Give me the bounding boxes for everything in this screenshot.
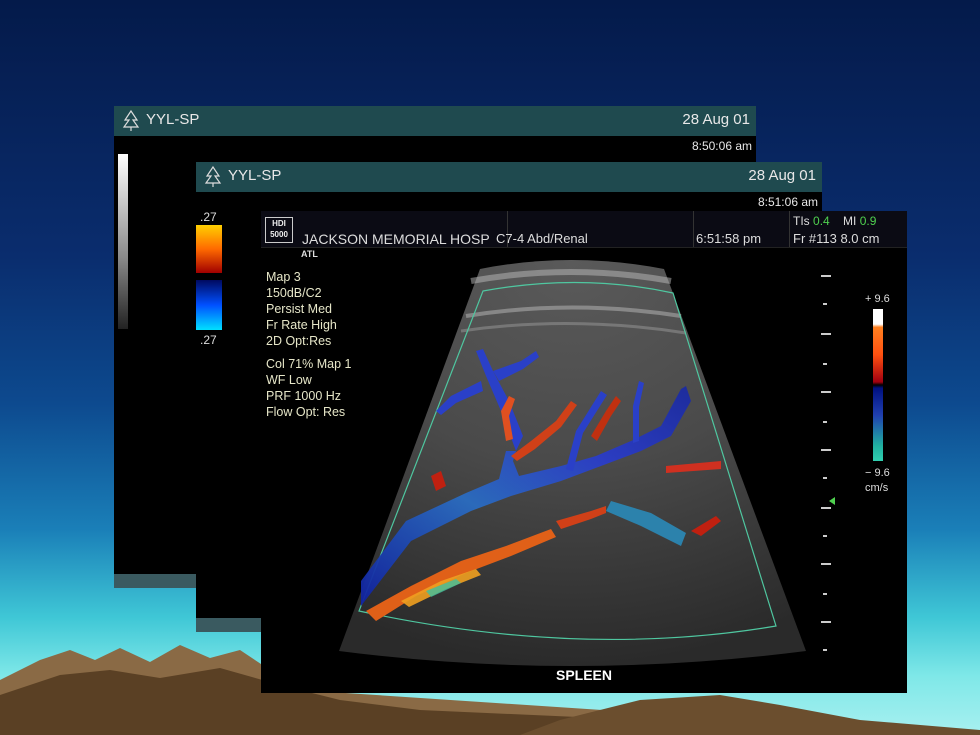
mi-value: 0.9: [859, 214, 877, 228]
frame-titlebar: YYL-SP 28 Aug 01: [196, 162, 822, 192]
velocity-max: + 9.6: [865, 293, 890, 305]
organ-label: SPLEEN: [555, 667, 612, 683]
param-line: Col 71% Map 1: [266, 357, 352, 371]
velocity-color-scale: [873, 309, 883, 461]
hospital-name: JACKSON MEMORIAL HOSP: [302, 231, 490, 247]
grayscale-bar: [118, 154, 128, 329]
param-line: 2D Opt:Res: [266, 334, 332, 348]
velocity-unit: cm/s: [865, 482, 889, 494]
ultrasound-frame-front: HDI 5000 JACKSON MEMORIAL HOSP C7-4 Abd/…: [261, 211, 907, 693]
velocity-scale-bottom: .27: [200, 333, 217, 347]
velocity-min: − 9.6: [865, 467, 890, 479]
patient-id: YYL-SP: [228, 167, 282, 184]
param-line: WF Low: [266, 373, 312, 387]
param-line: Fr Rate High: [266, 318, 337, 332]
patient-id: YYL-SP: [146, 111, 200, 128]
color-scale-negative: [196, 280, 222, 330]
frame-number: Fr #113 8.0 cm: [793, 231, 880, 246]
velocity-scale-top: .27: [200, 210, 217, 224]
param-line: Flow Opt: Res: [266, 405, 346, 419]
atl-brand: ATL: [301, 249, 318, 259]
tis-label: TIs: [793, 214, 810, 228]
imaging-params-2d: Map 3 150dB/C2 Persist Med Fr Rate High …: [266, 269, 337, 349]
param-line: 150dB/C2: [266, 286, 322, 300]
thermal-mechanical-index: TIs 0.4 MI 0.9: [793, 214, 876, 228]
scan-clock: 6:51:58 pm: [696, 231, 762, 246]
header-divider: [693, 211, 694, 247]
exam-date: 28 Aug 01: [682, 111, 750, 128]
ultrasound-image: [339, 260, 835, 666]
param-line: Map 3: [266, 270, 301, 284]
probe-preset: C7-4 Abd/Renal: [496, 231, 588, 246]
tis-value: 0.4: [813, 214, 830, 228]
param-line: Persist Med: [266, 302, 332, 316]
param-line: PRF 1000 Hz: [266, 389, 342, 403]
mi-label: MI: [843, 214, 857, 228]
exam-time: 8:51:06 am: [757, 195, 818, 209]
tree-logo-icon: [204, 166, 222, 187]
hdi-logo: HDI 5000: [265, 217, 293, 243]
exam-date: 28 Aug 01: [748, 167, 816, 184]
color-scale-positive: [196, 225, 222, 273]
header-divider: [789, 211, 790, 247]
imaging-params-color: Col 71% Map 1 WF Low PRF 1000 Hz Flow Op…: [266, 356, 351, 420]
frame-titlebar: YYL-SP 28 Aug 01: [114, 106, 756, 136]
exam-time: 8:50:06 am: [691, 139, 752, 153]
scanner-header: HDI 5000 JACKSON MEMORIAL HOSP C7-4 Abd/…: [261, 211, 907, 248]
tree-logo-icon: [122, 110, 140, 131]
